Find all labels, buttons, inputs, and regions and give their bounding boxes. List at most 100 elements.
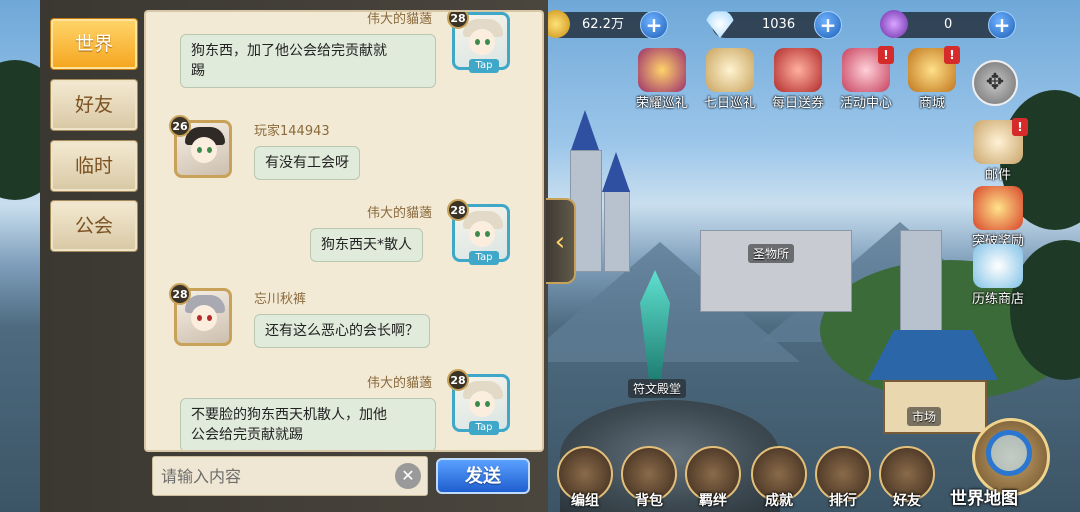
mail-label: 邮件	[984, 168, 1011, 183]
glory-tour-button[interactable]: 荣耀巡礼	[630, 48, 694, 112]
chat-panel: 世界 好友 临时 公会 伟大的貓藡 28 Tap 狗东西，加了他公会给完贡献就 …	[40, 0, 548, 512]
event-center-button[interactable]: ! 活动中心	[834, 46, 898, 112]
chat-input[interactable]	[159, 463, 383, 489]
sender-name: 伟大的貓藡	[366, 376, 432, 391]
chat-message: 伟大的貓藡 28 Tap 不要脸的狗东西天机散人，加他 公会给完贡献就踢	[146, 368, 542, 450]
player-avatar[interactable]: 26	[169, 115, 232, 178]
collapse-chevron-icon[interactable]: ‹	[546, 198, 576, 284]
shop-alert-badge: !	[944, 46, 960, 64]
map-label-sanctuary[interactable]: 圣物所	[748, 244, 795, 263]
nav-backpack-label: 背包	[635, 493, 663, 509]
breakthrough-reward-button[interactable]: 突破奖励	[962, 186, 1034, 249]
message-line: 不要脸的狗东西天机散人，加他	[191, 407, 387, 423]
event-center-alert-badge: !	[878, 46, 894, 64]
message-bubble: 狗东西天*散人	[310, 228, 423, 262]
nav-bond[interactable]: 羁绊	[682, 446, 744, 510]
daily-ticket-icon	[774, 48, 822, 92]
move-arrows-icon[interactable]: ✥	[972, 60, 1018, 106]
nav-bond-label: 羁绊	[699, 493, 727, 509]
sender-name: 玩家144943	[254, 124, 330, 139]
diamond-value: 1036	[762, 17, 796, 32]
tab-guild[interactable]: 公会	[50, 200, 138, 252]
level-badge: 28	[169, 283, 191, 305]
seven-day-tour-button[interactable]: 七日巡礼	[698, 48, 762, 112]
castle-tower	[604, 190, 630, 272]
nav-friends[interactable]: 好友	[876, 446, 938, 510]
player-avatar[interactable]: 28 Tap	[447, 12, 510, 73]
sanctuary-building[interactable]	[700, 230, 852, 312]
level-badge: 28	[447, 369, 469, 391]
message-bubble: 狗东西，加了他公会给完贡献就 踢	[180, 34, 436, 88]
gold-counter: 62.2万 +	[542, 10, 668, 39]
daily-ticket-label: 每日送券	[771, 96, 824, 111]
nav-achievement[interactable]: 成就	[748, 446, 810, 510]
player-avatar[interactable]: 28 Tap	[447, 369, 510, 435]
potion-icon	[880, 10, 908, 38]
message-line: 狗东西天*散人	[321, 237, 412, 253]
nav-friends-label: 好友	[893, 493, 921, 509]
player-avatar[interactable]: 28 Tap	[447, 199, 510, 265]
gold-value: 62.2万	[582, 17, 624, 32]
sender-name: 伟大的貓藡	[366, 12, 432, 27]
level-badge: 28	[447, 199, 469, 221]
message-line: 有没有工会呀	[265, 155, 349, 171]
nav-backpack[interactable]: 背包	[618, 446, 680, 510]
chat-message: 28 忘川秋裤 还有这么恶心的会长啊？	[146, 283, 542, 370]
add-diamond-button[interactable]: +	[814, 11, 842, 39]
mail-alert-badge: !	[1012, 118, 1028, 136]
tap-label: Tap	[469, 251, 499, 265]
potion-counter: 0 +	[880, 10, 1016, 39]
nav-formation[interactable]: 编组	[554, 446, 616, 510]
chat-message: 伟大的貓藡 28 Tap 狗东西天*散人	[146, 198, 542, 284]
chat-message-list[interactable]: 伟大的貓藡 28 Tap 狗东西，加了他公会给完贡献就 踢 26 玩家14494…	[144, 10, 544, 452]
message-line: 狗东西，加了他公会给完贡献就	[191, 43, 387, 59]
message-line: 还有这么恶心的会长啊？	[265, 323, 419, 339]
shop-button[interactable]: ! 商城	[900, 46, 964, 112]
nav-ranking-label: 排行	[829, 493, 857, 509]
message-line: 踢	[191, 63, 205, 79]
chat-tabs: 世界 好友 临时 公会	[40, 0, 144, 512]
nav-ranking[interactable]: 排行	[812, 446, 874, 510]
glory-tour-label: 荣耀巡礼	[635, 96, 688, 111]
glory-tour-icon	[638, 48, 686, 92]
training-shop-icon	[973, 244, 1023, 288]
training-shop-label: 历练商店	[971, 292, 1024, 307]
chat-message: 26 玩家144943 有没有工会呀	[146, 115, 542, 196]
potion-value: 0	[944, 17, 953, 32]
chat-message: 伟大的貓藡 28 Tap 狗东西，加了他公会给完贡献就 踢	[146, 12, 542, 102]
add-gold-button[interactable]: +	[640, 11, 668, 39]
nav-achievement-label: 成就	[765, 493, 793, 509]
clear-input-icon[interactable]: ✕	[395, 463, 421, 489]
breakthrough-reward-icon	[973, 186, 1023, 230]
chat-input-bar: ✕	[152, 456, 428, 496]
send-button[interactable]: 发送	[436, 458, 530, 494]
world-map-label: 世界地图	[950, 489, 1018, 509]
tab-world[interactable]: 世界	[50, 18, 138, 70]
add-potion-button[interactable]: +	[988, 11, 1016, 39]
player-avatar[interactable]: 28	[169, 283, 232, 346]
market-building[interactable]	[868, 300, 998, 434]
level-badge: 26	[169, 115, 191, 137]
shop-label: 商城	[918, 96, 945, 111]
training-shop-button[interactable]: 历练商店	[962, 244, 1034, 307]
daily-ticket-button[interactable]: 每日送券	[766, 48, 830, 112]
tab-temporary[interactable]: 临时	[50, 140, 138, 192]
sender-name: 忘川秋裤	[254, 292, 307, 307]
map-label-market[interactable]: 市场	[907, 407, 942, 426]
magnifier-icon	[986, 430, 1032, 476]
seven-day-tour-icon	[706, 48, 754, 92]
event-center-label: 活动中心	[839, 96, 892, 111]
seven-day-tour-label: 七日巡礼	[703, 96, 756, 111]
sender-name: 伟大的貓藡	[366, 206, 432, 221]
message-line: 公会给完贡献就踢	[191, 427, 303, 443]
diamond-counter: 1036 +	[706, 11, 842, 39]
tap-label: Tap	[469, 59, 499, 73]
message-bubble: 不要脸的狗东西天机散人，加他 公会给完贡献就踢	[180, 398, 436, 450]
tap-label: Tap	[469, 421, 499, 435]
map-label-rune-hall[interactable]: 符文殿堂	[628, 379, 687, 398]
world-map-button[interactable]: 世界地图	[946, 418, 1080, 512]
castle-roof	[571, 110, 599, 150]
tab-friends[interactable]: 好友	[50, 79, 138, 131]
mail-button[interactable]: ! 邮件	[962, 118, 1034, 183]
castle-roof	[602, 152, 630, 192]
